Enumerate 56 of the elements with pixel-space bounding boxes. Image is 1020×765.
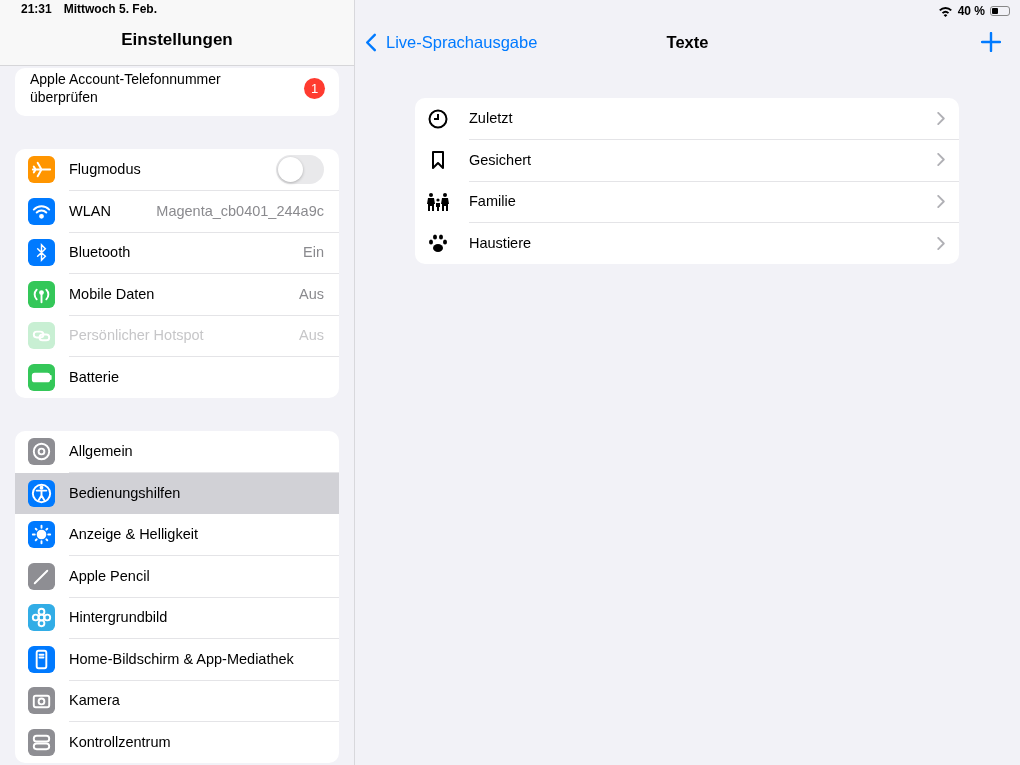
status-date: Mittwoch 5. Feb. [63,2,158,16]
chevron-right-icon [937,111,945,125]
settings-row[interactable]: Apple Pencil [15,555,339,597]
setting-label: Bluetooth [69,244,131,261]
battery-icon [990,6,1010,16]
chevron-right-icon [937,236,945,250]
setting-label: Bedienungshilfen [69,485,181,502]
sidebar-title: Einstellungen [120,30,234,50]
settings-row[interactable]: Home-Bildschirm & App-Mediathek [15,638,339,680]
wifi-icon [937,5,953,17]
setting-label: Home-Bildschirm & App-Mediathek [69,650,294,667]
category-row[interactable]: Haustiere [415,222,959,264]
setting-label: WLAN [69,202,111,219]
status-time: 21:31 [21,2,52,16]
setting-label: Persönlicher Hotspot [69,327,204,344]
chevron-right-icon [937,153,945,167]
setting-value: Aus [299,327,324,344]
category-label: Gesichert [469,151,532,168]
settings-row[interactable]: Hintergrundbild [15,597,339,639]
setting-label: Batterie [69,369,119,386]
settings-row[interactable]: Batterie [15,356,339,398]
setting-label: Flugmodus [69,161,141,178]
settings-row[interactable]: Mobile Daten Aus [15,273,339,315]
setting-label: Mobile Daten [69,285,155,302]
settings-row[interactable]: Flugmodus [15,149,339,191]
settings-row[interactable]: Kontrollzentrum [15,721,339,763]
settings-row[interactable]: Bedienungshilfen [15,472,339,514]
settings-row[interactable]: Bluetooth Ein [15,232,339,274]
setting-label: Hintergrundbild [69,609,168,626]
settings-row[interactable]: Apple Account-Telefonnummer überprüfen 1 [15,68,339,116]
settings-row[interactable]: WLAN Magenta_cb0401_244a9c [15,190,339,232]
setting-label: Allgemein [69,443,133,460]
setting-label: Kontrollzentrum [69,734,171,751]
category-label: Haustiere [469,235,532,252]
setting-value: Ein [303,244,324,261]
setting-label: Kamera [69,692,120,709]
setting-label: Apple Pencil [69,567,150,584]
add-button[interactable] [981,32,1001,52]
settings-row[interactable]: Kamera [15,680,339,722]
setting-value: Magenta_cb0401_244a9c [156,202,324,219]
settings-row[interactable]: Anzeige & Helligkeit [15,514,339,556]
category-row[interactable]: Familie [415,181,959,223]
category-label: Familie [469,193,516,210]
chevron-left-icon [365,32,377,52]
battery-percentage: 40 % [957,4,985,18]
category-row[interactable]: Zuletzt [415,98,959,140]
category-row[interactable]: Gesichert [415,139,959,181]
page-title: Texte [666,32,709,52]
back-button[interactable]: Live-Sprachausgabe [365,32,538,52]
chevron-right-icon [937,194,945,208]
setting-value: Aus [299,285,324,302]
toggle-switch[interactable] [276,154,324,184]
setting-label: Anzeige & Helligkeit [69,526,198,543]
category-label: Zuletzt [469,110,513,127]
notification-badge: 1 [304,77,325,99]
alert-label: Apple Account-Telefonnummer überprüfen [30,70,222,106]
